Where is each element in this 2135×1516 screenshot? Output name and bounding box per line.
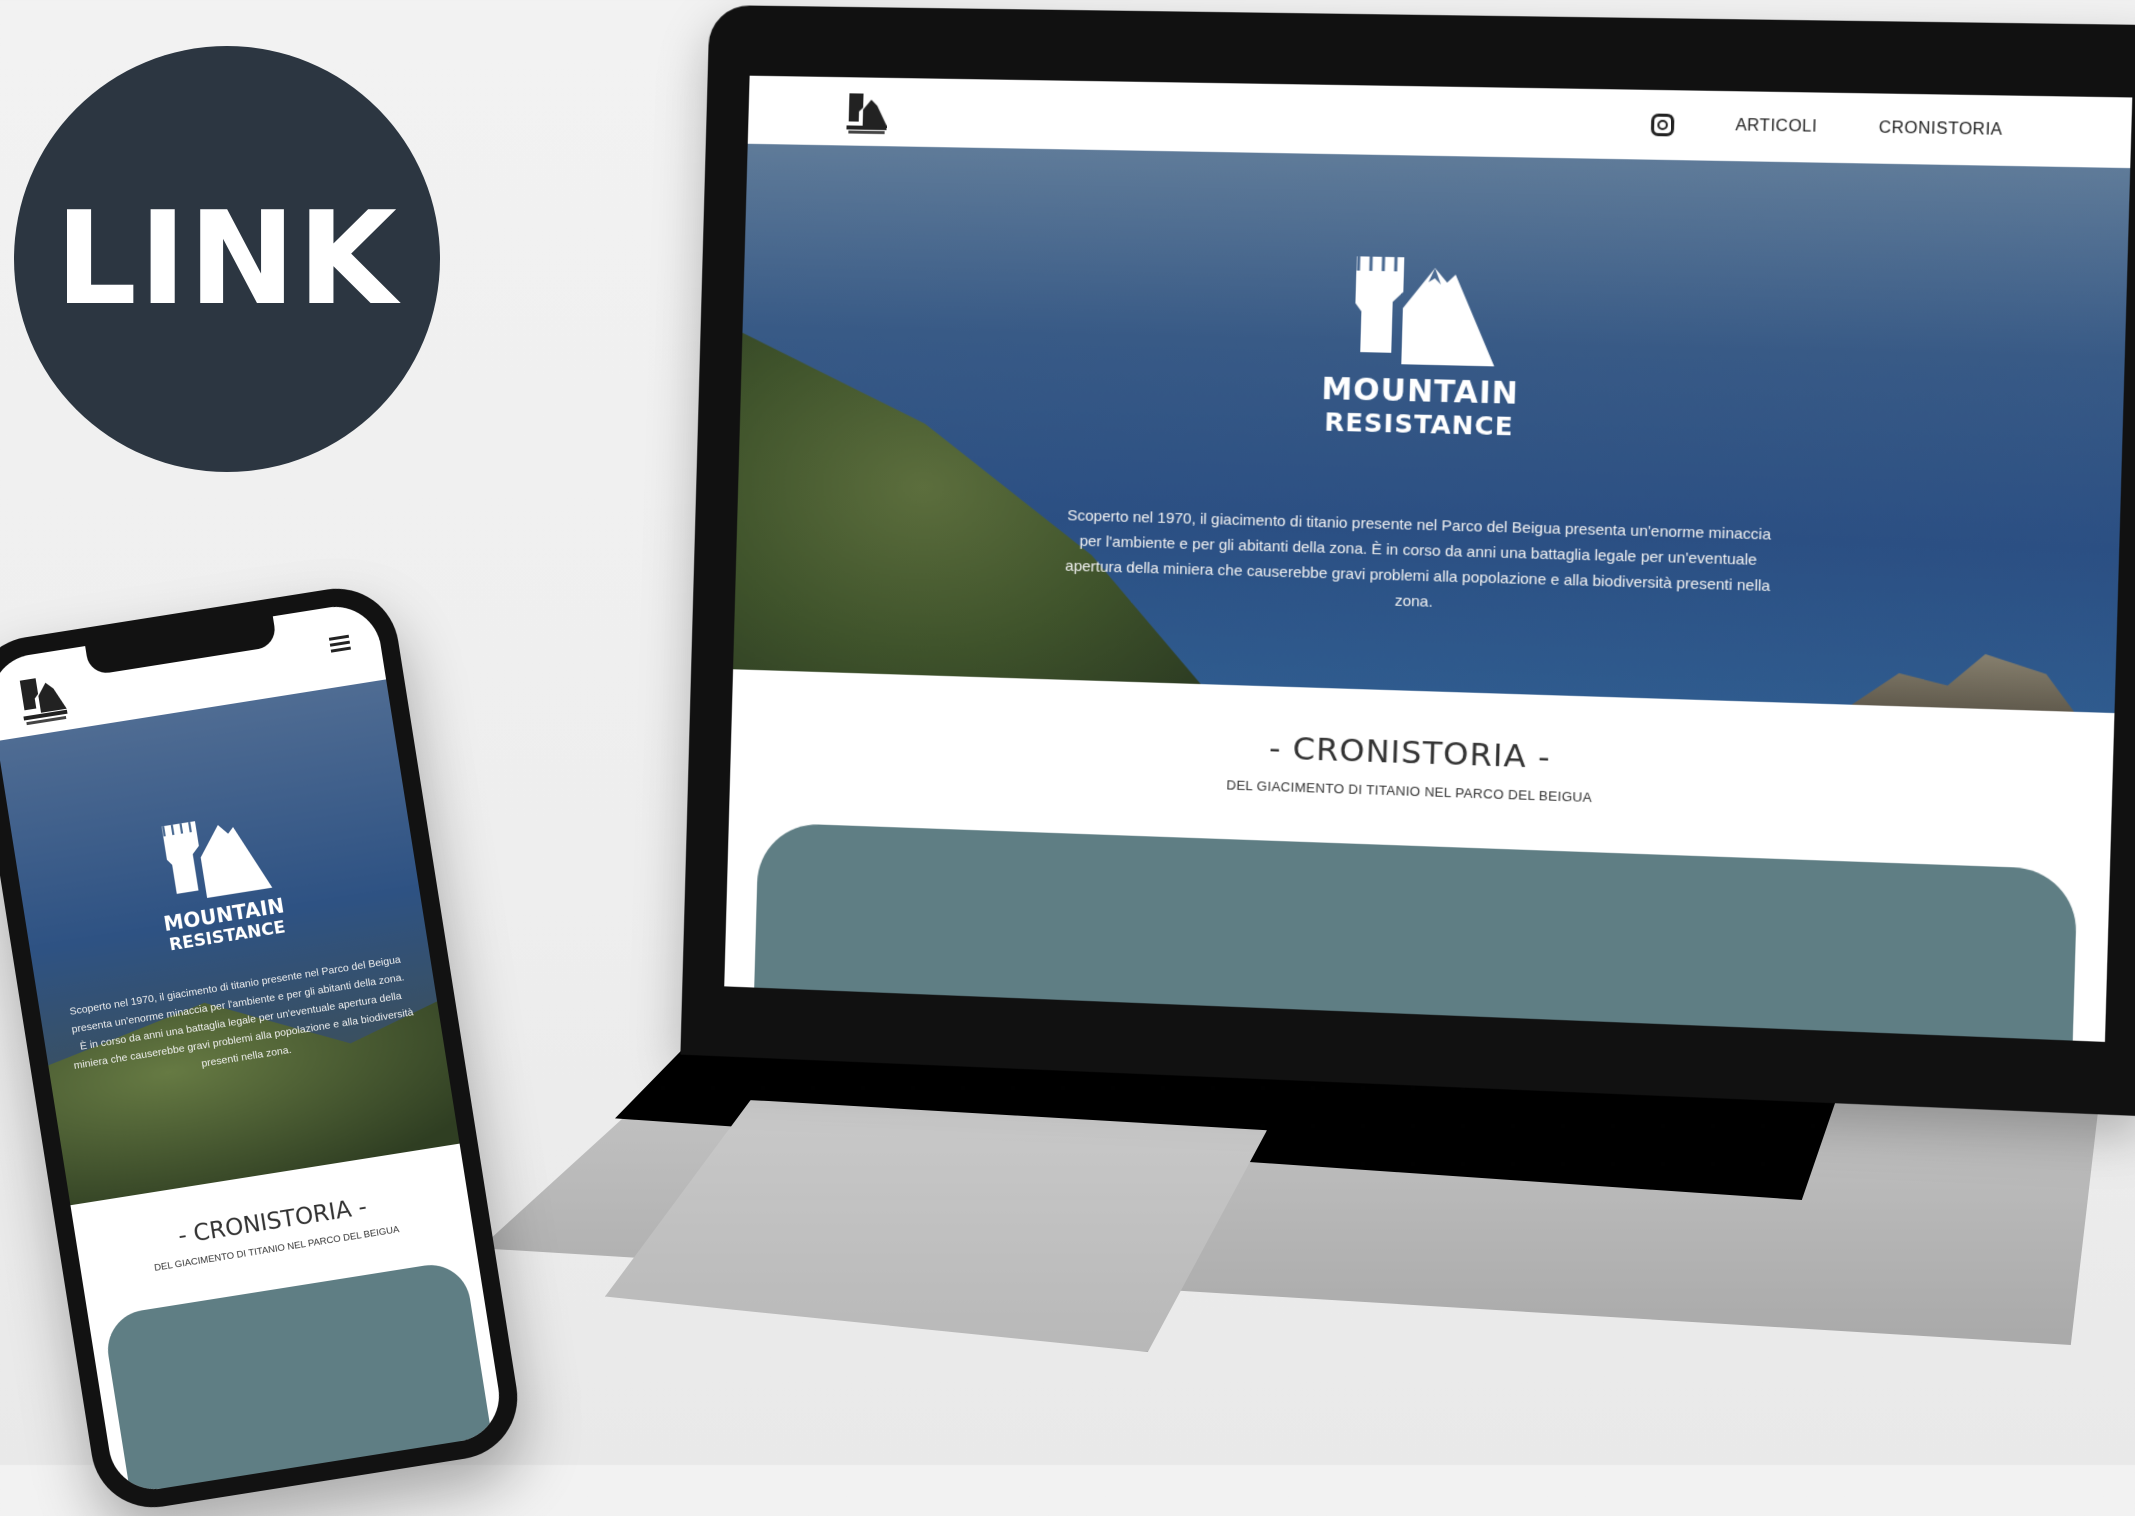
hero-description: Scoperto nel 1970, il giacimento di tita… <box>1064 507 1772 611</box>
phone-site-logo-icon[interactable] <box>15 670 71 729</box>
hero-logo: MOUNTAIN RESISTANCE <box>1320 246 1522 442</box>
fist-mountain-logo-icon <box>1343 246 1497 368</box>
hero-rock <box>1837 642 2084 713</box>
phone-hero-logo: MOUNTAIN RESISTANCE <box>143 799 293 957</box>
link-label: LINK <box>55 184 399 334</box>
phone-fist-mountain-logo-icon <box>161 821 273 898</box>
phone-hero-banner: MOUNTAIN RESISTANCE Scoperto nel 1970, i… <box>0 679 460 1206</box>
phone-screen: MOUNTAIN RESISTANCE Scoperto nel 1970, i… <box>0 600 506 1496</box>
laptop-screen: ARTICOLI CRONISTORIA MOUNTAIN RESISTANCE… <box>724 75 2133 1042</box>
phone-timeline-panel <box>102 1259 496 1496</box>
hero-banner: MOUNTAIN RESISTANCE Scoperto nel 1970, i… <box>733 143 2131 714</box>
site-nav: ARTICOLI CRONISTORIA <box>1650 90 2003 166</box>
link-badge[interactable]: LINK <box>14 46 440 472</box>
nav-articoli[interactable]: ARTICOLI <box>1735 117 1817 137</box>
timeline-panel <box>751 822 2078 1042</box>
nav-cronistoria[interactable]: CRONISTORIA <box>1878 119 2002 140</box>
hamburger-menu-icon[interactable] <box>328 634 351 654</box>
site-logo-icon[interactable] <box>844 89 890 136</box>
section-title: - CRONISTORIA - <box>1268 729 1552 777</box>
laptop-lid: ARTICOLI CRONISTORIA MOUNTAIN RESISTANCE… <box>680 4 2135 1117</box>
instagram-icon[interactable] <box>1650 113 1675 137</box>
phone-device: MOUNTAIN RESISTANCE Scoperto nel 1970, i… <box>0 579 527 1516</box>
brand-line2: RESISTANCE <box>1324 407 1514 442</box>
brand-line1: MOUNTAIN <box>1320 371 1520 412</box>
